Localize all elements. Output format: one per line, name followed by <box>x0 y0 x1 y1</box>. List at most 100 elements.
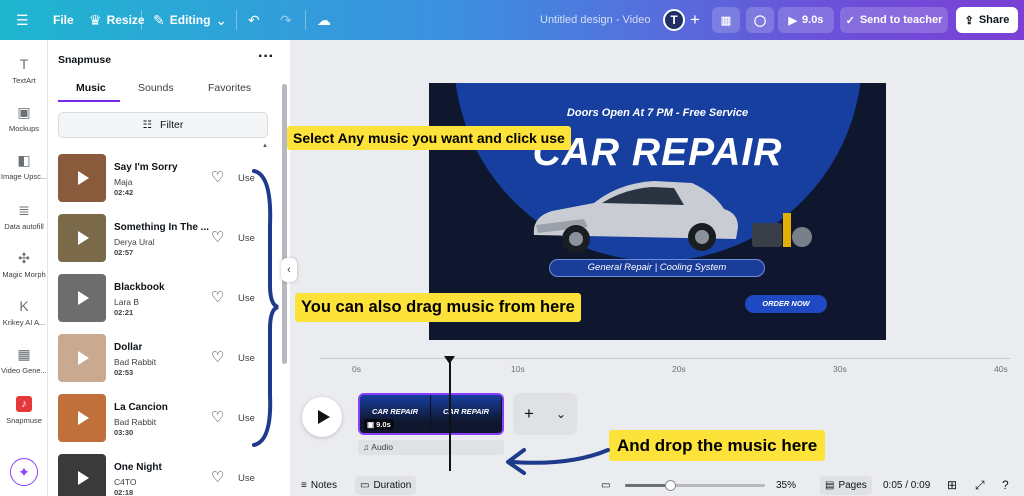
heart-icon[interactable]: ♡ <box>211 468 224 486</box>
scroll-up-icon[interactable]: ▲ <box>262 143 268 149</box>
rail-item-video-generator[interactable]: ▦ Video Gene... <box>0 346 48 375</box>
film-icon: ▭ <box>360 480 370 491</box>
cloud-check-icon: ☁ <box>317 11 331 28</box>
track-thumbnail[interactable] <box>58 394 106 442</box>
insights-button[interactable]: ▥ <box>712 7 740 33</box>
heart-icon[interactable]: ♡ <box>211 168 224 186</box>
tick-label: 40s <box>994 364 1008 374</box>
timeline-ruler[interactable]: 0s 10s 20s 30s 40s <box>300 358 1024 378</box>
sliders-icon: ☷ <box>142 119 153 131</box>
collapse-panel-button[interactable]: ‹ <box>281 258 297 282</box>
upload-icon: ⇪ <box>964 14 974 27</box>
filter-button[interactable]: ☷ Filter <box>58 112 268 138</box>
play-icon <box>78 291 89 305</box>
magic-assistant-button[interactable]: ✦ <box>10 458 38 486</box>
comments-button[interactable]: ◯ <box>746 7 774 33</box>
notes-button[interactable]: ≡ Notes <box>296 476 342 495</box>
add-page-control: + ⌄ <box>513 393 577 435</box>
rail-item-krikey[interactable]: K Krikey AI A... <box>0 298 48 327</box>
play-icon <box>78 351 89 365</box>
tab-music[interactable]: Music <box>76 82 106 94</box>
rail-item-magic-morph[interactable]: ✣ Magic Morph <box>0 250 48 279</box>
add-collaborator-button[interactable]: + <box>690 0 700 40</box>
file-menu[interactable]: File <box>53 0 74 40</box>
panel-scrollbar[interactable] <box>282 84 287 364</box>
crown-icon: ♛ <box>89 11 102 28</box>
screen-size-button[interactable]: ▭ <box>596 476 615 495</box>
menu-button[interactable]: ☰ <box>16 0 29 40</box>
audio-track[interactable]: ♫ Audio <box>358 440 504 455</box>
heart-icon[interactable]: ♡ <box>211 348 224 366</box>
mockups-icon: ▣ <box>17 104 31 120</box>
use-button[interactable]: Use <box>238 473 255 484</box>
playhead[interactable] <box>449 359 451 471</box>
heart-icon[interactable]: ♡ <box>211 228 224 246</box>
zoom-slider[interactable] <box>625 480 765 491</box>
more-options-icon[interactable]: ··· <box>258 48 274 66</box>
undo-button[interactable]: ↶ <box>248 0 260 40</box>
hamburger-icon: ☰ <box>16 11 29 28</box>
design-subtitle: General Repair | Cooling System <box>549 259 765 277</box>
track-duration: 03:30 <box>114 428 134 437</box>
monitor-icon: ▭ <box>601 480 611 491</box>
rail-item-textart[interactable]: T TextArt <box>0 56 48 85</box>
fullscreen-icon[interactable]: ⤢ <box>975 478 985 493</box>
share-button[interactable]: ⇪ Share <box>956 7 1018 33</box>
pages-icon: ▤ <box>825 480 835 491</box>
resize-button[interactable]: ♛ Resize <box>89 0 145 40</box>
duration-button[interactable]: ▭ Duration <box>355 476 417 495</box>
design-top-line: Doors Open At 7 PM - Free Service <box>566 107 749 119</box>
avatar[interactable]: T <box>663 9 685 31</box>
track-name: Blackbook <box>114 282 165 293</box>
track-thumbnail[interactable] <box>58 334 106 382</box>
heart-icon[interactable]: ♡ <box>211 408 224 426</box>
track-name: One Night <box>114 462 162 473</box>
clip-duration-badge: ▣ 9.0s <box>364 419 394 430</box>
track-thumbnail[interactable] <box>58 214 106 262</box>
editing-dropdown[interactable]: ✎ Editing ⌄ <box>153 0 227 40</box>
track-row[interactable]: Say I'm Sorry Maja 02:42 ♡ Use <box>58 154 263 202</box>
track-row[interactable]: Blackbook Lara B 02:21 ♡ Use <box>58 274 263 322</box>
track-row[interactable]: Dollar Bad Rabbit 02:53 ♡ Use <box>58 334 263 382</box>
document-title[interactable]: Untitled design - Video <box>540 14 650 26</box>
video-clip[interactable]: CAR REPAIR CAR REPAIR ▣ 9.0s <box>358 393 504 435</box>
track-name: Something In The ... <box>114 222 209 233</box>
design-order-button: ORDER NOW <box>745 295 827 313</box>
check-circle-icon: ✓ <box>845 14 855 27</box>
tab-favorites[interactable]: Favorites <box>208 82 251 94</box>
cloud-save-button[interactable]: ☁ <box>317 0 331 40</box>
heart-icon[interactable]: ♡ <box>211 288 224 306</box>
track-row[interactable]: One Night C4TO 02:18 ♡ Use <box>58 454 263 496</box>
timeline-play-button[interactable] <box>302 397 342 437</box>
rail-item-mockups[interactable]: ▣ Mockups <box>0 104 48 133</box>
notes-icon: ≡ <box>301 480 307 491</box>
redo-button[interactable]: ↷ <box>280 0 292 40</box>
rail-item-data-autofill[interactable]: ≣ Data autofill <box>0 202 48 231</box>
add-page-button[interactable]: + <box>524 404 534 424</box>
grid-view-icon[interactable]: ⊞ <box>947 478 957 492</box>
zoom-knob[interactable] <box>664 480 676 491</box>
track-thumbnail[interactable] <box>58 454 106 496</box>
track-name: Dollar <box>114 342 143 353</box>
play-button[interactable]: ▶ 9.0s <box>778 7 834 33</box>
bracket-annotation <box>252 169 279 447</box>
play-icon: ▶ <box>788 14 798 27</box>
track-thumbnail[interactable] <box>58 274 106 322</box>
chevron-down-icon[interactable]: ⌄ <box>556 407 566 421</box>
tab-sounds[interactable]: Sounds <box>138 82 174 94</box>
panel-title: Snapmuse <box>58 54 112 66</box>
pages-button[interactable]: ▤ Pages <box>820 476 872 495</box>
track-name: La Cancion <box>114 402 168 413</box>
help-icon[interactable]: ? <box>1002 478 1009 492</box>
clip-frame: CAR REPAIR <box>431 395 502 433</box>
rail-item-image-upscaler[interactable]: ◧ Image Upsc... <box>0 152 48 181</box>
side-rail: T TextArt ▣ Mockups ◧ Image Upsc... ≣ Da… <box>0 40 48 496</box>
divider <box>305 10 306 30</box>
track-thumbnail[interactable] <box>58 154 106 202</box>
rail-item-snapmuse[interactable]: ♪ Snapmuse <box>0 396 48 425</box>
zoom-level[interactable]: 35% <box>776 480 796 491</box>
send-to-teacher-button[interactable]: ✓ Send to teacher <box>840 7 948 33</box>
bar-chart-icon: ▥ <box>720 14 732 27</box>
track-row[interactable]: La Cancion Bad Rabbit 03:30 ♡ Use <box>58 394 263 442</box>
track-row[interactable]: Something In The ... Derya Ural 02:57 ♡ Use <box>58 214 263 262</box>
